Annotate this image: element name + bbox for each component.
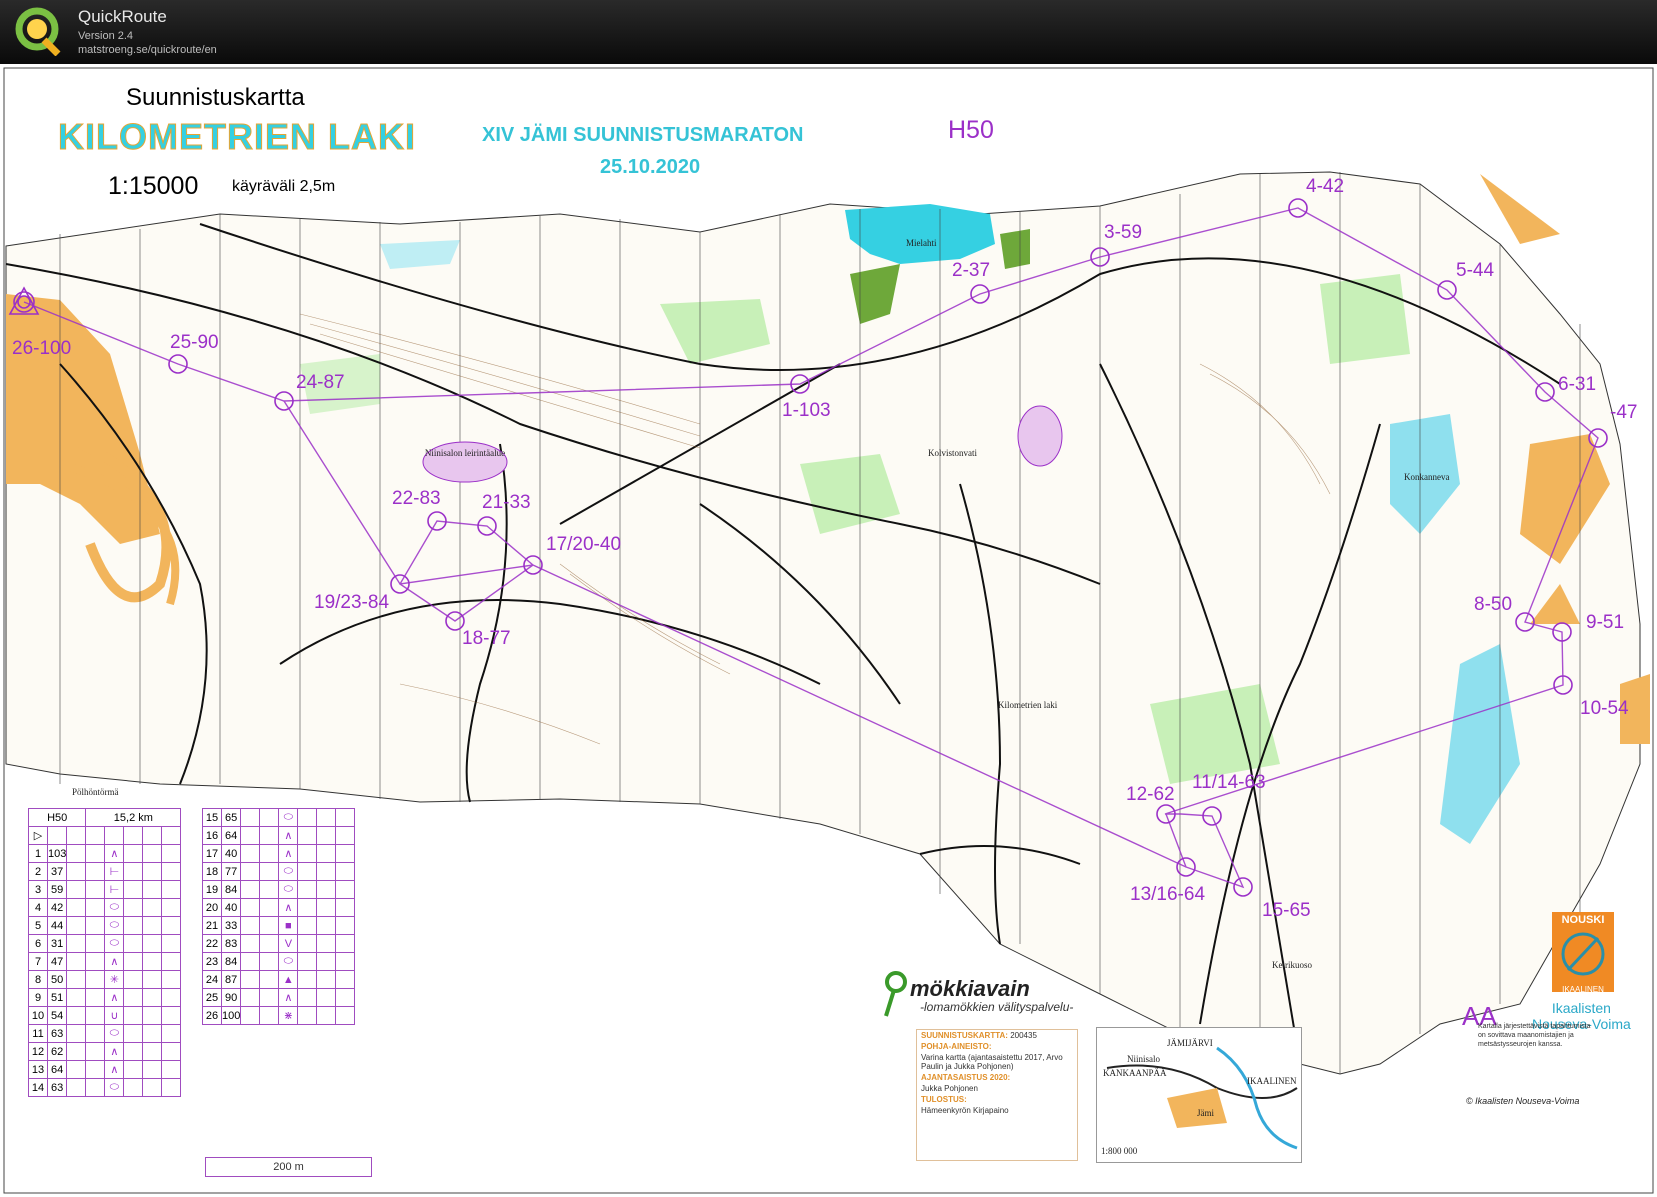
control-description-sheet: H50 15,2 km ▷ 1 103 ∧ 2 37 ⊢ 3 59 ⊢ 4 42 ⬭ 5 44 ⬭ 6… xyxy=(27,808,182,1097)
control-label: 2-37 xyxy=(952,260,991,281)
desc-row: 8 50 ✳ xyxy=(28,970,182,989)
control-label: 6-31 xyxy=(1558,374,1597,395)
course-cell: H50 xyxy=(27,808,87,827)
control-label: 15-65 xyxy=(1262,900,1311,921)
desc-row: 19 84 ⬭ xyxy=(202,880,356,899)
control-label: 5-44 xyxy=(1456,260,1495,281)
mokkiavain-tagline: -lomamökkien välityspalvelu- xyxy=(920,1000,1074,1014)
desc-row: 26 100 ⋇ xyxy=(202,1006,356,1025)
place-label: Kilometrien laki xyxy=(998,700,1058,710)
control-label: 3-59 xyxy=(1104,222,1143,243)
ski-emblem-icon xyxy=(1561,932,1605,976)
desc-row: 4 42 ⬭ xyxy=(28,898,182,917)
location-minimap: JÄMIJÄRVI KANKAANPÄÄ IKAALINEN Jämi Niin… xyxy=(1096,1027,1302,1163)
desc-row: 7 47 ∧ xyxy=(28,952,182,971)
control-label: 11/14-63 xyxy=(1192,772,1266,793)
desc-row: 11 63 ⬭ xyxy=(28,1024,182,1043)
control-label: 19/23-84 xyxy=(314,592,390,613)
control-label: 21-33 xyxy=(482,492,531,513)
key-icon xyxy=(884,971,907,1017)
control-label: 26-100 xyxy=(12,338,72,359)
desc-row: 25 90 ∧ xyxy=(202,988,356,1007)
place-label: Niinisalon leirintäalue xyxy=(424,448,506,458)
control-label: 18-77 xyxy=(462,628,511,649)
start-icon: ▷ xyxy=(28,826,48,845)
desc-row: 21 33 ■ xyxy=(202,916,356,935)
app-url[interactable]: matstroeng.se/quickroute/en xyxy=(78,44,217,56)
control-label: 1-103 xyxy=(782,400,831,421)
contour-interval: käyräväli 2,5m xyxy=(232,178,336,195)
app-name: QuickRoute xyxy=(78,7,167,26)
mokkiavain-brand: mökkiavain xyxy=(910,976,1030,1001)
desc-row: 12 62 ∧ xyxy=(28,1042,182,1061)
desc-row: 23 84 ⬭ xyxy=(202,952,356,971)
desc-row: 5 44 ⬭ xyxy=(28,916,182,935)
control-label: 13/16-64 xyxy=(1130,884,1206,905)
desc-row: 15 65 ⬭ xyxy=(202,808,356,827)
control-label: 22-83 xyxy=(392,488,441,509)
map-name: KILOMETRIEN LAKI xyxy=(58,116,416,158)
permission-note: Kartalla järjestettävistä tapahtumista o… xyxy=(1478,1023,1591,1048)
place-label: Pölhöntörmä xyxy=(72,787,119,797)
map-info-box: SUUNNISTUSKARTTA: 200435 POHJA-AINEISTO:… xyxy=(916,1029,1078,1161)
desc-row: 18 77 ⬭ xyxy=(202,862,356,881)
control-label: 9-51 xyxy=(1586,612,1625,633)
finish-leg-legend: 200 m xyxy=(205,1157,372,1177)
minimap-graphics xyxy=(1106,1046,1298,1150)
event-date: 25.10.2020 xyxy=(600,156,701,178)
desc-row: 20 40 ∧ xyxy=(202,898,356,917)
control-label: -47 xyxy=(1610,402,1638,423)
app-version: Version 2.4 xyxy=(78,30,134,42)
desc-row: 1 103 ∧ xyxy=(28,844,182,863)
control-label: 4-42 xyxy=(1306,176,1345,197)
place-label: Konkanneva xyxy=(1404,472,1450,482)
quickroute-logo-icon xyxy=(15,7,61,56)
control-label: 24-87 xyxy=(296,372,345,393)
title-bar: QuickRoute Version 2.4 matstroeng.se/qui… xyxy=(0,0,1657,64)
desc-row: 14 63 ⬭ xyxy=(28,1078,182,1097)
desc-row: 16 64 ∧ xyxy=(202,826,356,845)
control-label: 8-50 xyxy=(1474,594,1513,615)
desc-row: 13 64 ∧ xyxy=(28,1060,182,1079)
desc-row: 2 37 ⊢ xyxy=(28,862,182,881)
map-graphics xyxy=(3,67,1654,1194)
club-logo: NOUSKI IKAALINEN xyxy=(1552,912,1614,994)
place-label: Keirikuoso xyxy=(1272,960,1312,970)
place-label: Mielahti xyxy=(906,238,937,248)
control-label: 25-90 xyxy=(170,332,219,353)
event-name: XIV JÄMI SUUNNISTUSMARATON xyxy=(482,124,804,146)
course-name: H50 xyxy=(948,116,994,144)
map-type: Suunnistuskartta xyxy=(126,84,305,111)
desc-row: 22 83 V xyxy=(202,934,356,953)
control-label: 17/20-40 xyxy=(546,534,622,555)
place-label: Kolvistonvati xyxy=(928,448,977,458)
map-scale: 1:15000 xyxy=(108,172,199,200)
length-cell: 15,2 km xyxy=(85,808,182,827)
control-label: 12-62 xyxy=(1126,784,1175,805)
desc-row: 24 87 ▲ xyxy=(202,970,356,989)
desc-row: 17 40 ∧ xyxy=(202,844,356,863)
control-label: 10-54 xyxy=(1580,698,1629,719)
desc-row: 9 51 ∧ xyxy=(28,988,182,1007)
desc-row: 6 31 ⬭ xyxy=(28,934,182,953)
map-canvas[interactable]: Suunnistuskartta KILOMETRIEN LAKI XIV JÄ… xyxy=(0,64,1657,1197)
desc-row: 3 59 ⊢ xyxy=(28,880,182,899)
desc-row: 10 54 ∪ xyxy=(28,1006,182,1025)
copyright: © Ikaalisten Nouseva-Voima xyxy=(1466,1096,1580,1106)
control-description-sheet-cont: 15 65 ⬭ 16 64 ∧ 17 40 ∧ 18 77 ⬭ 19 84 ⬭ 20 40 ∧ 21 33… xyxy=(202,808,356,1025)
